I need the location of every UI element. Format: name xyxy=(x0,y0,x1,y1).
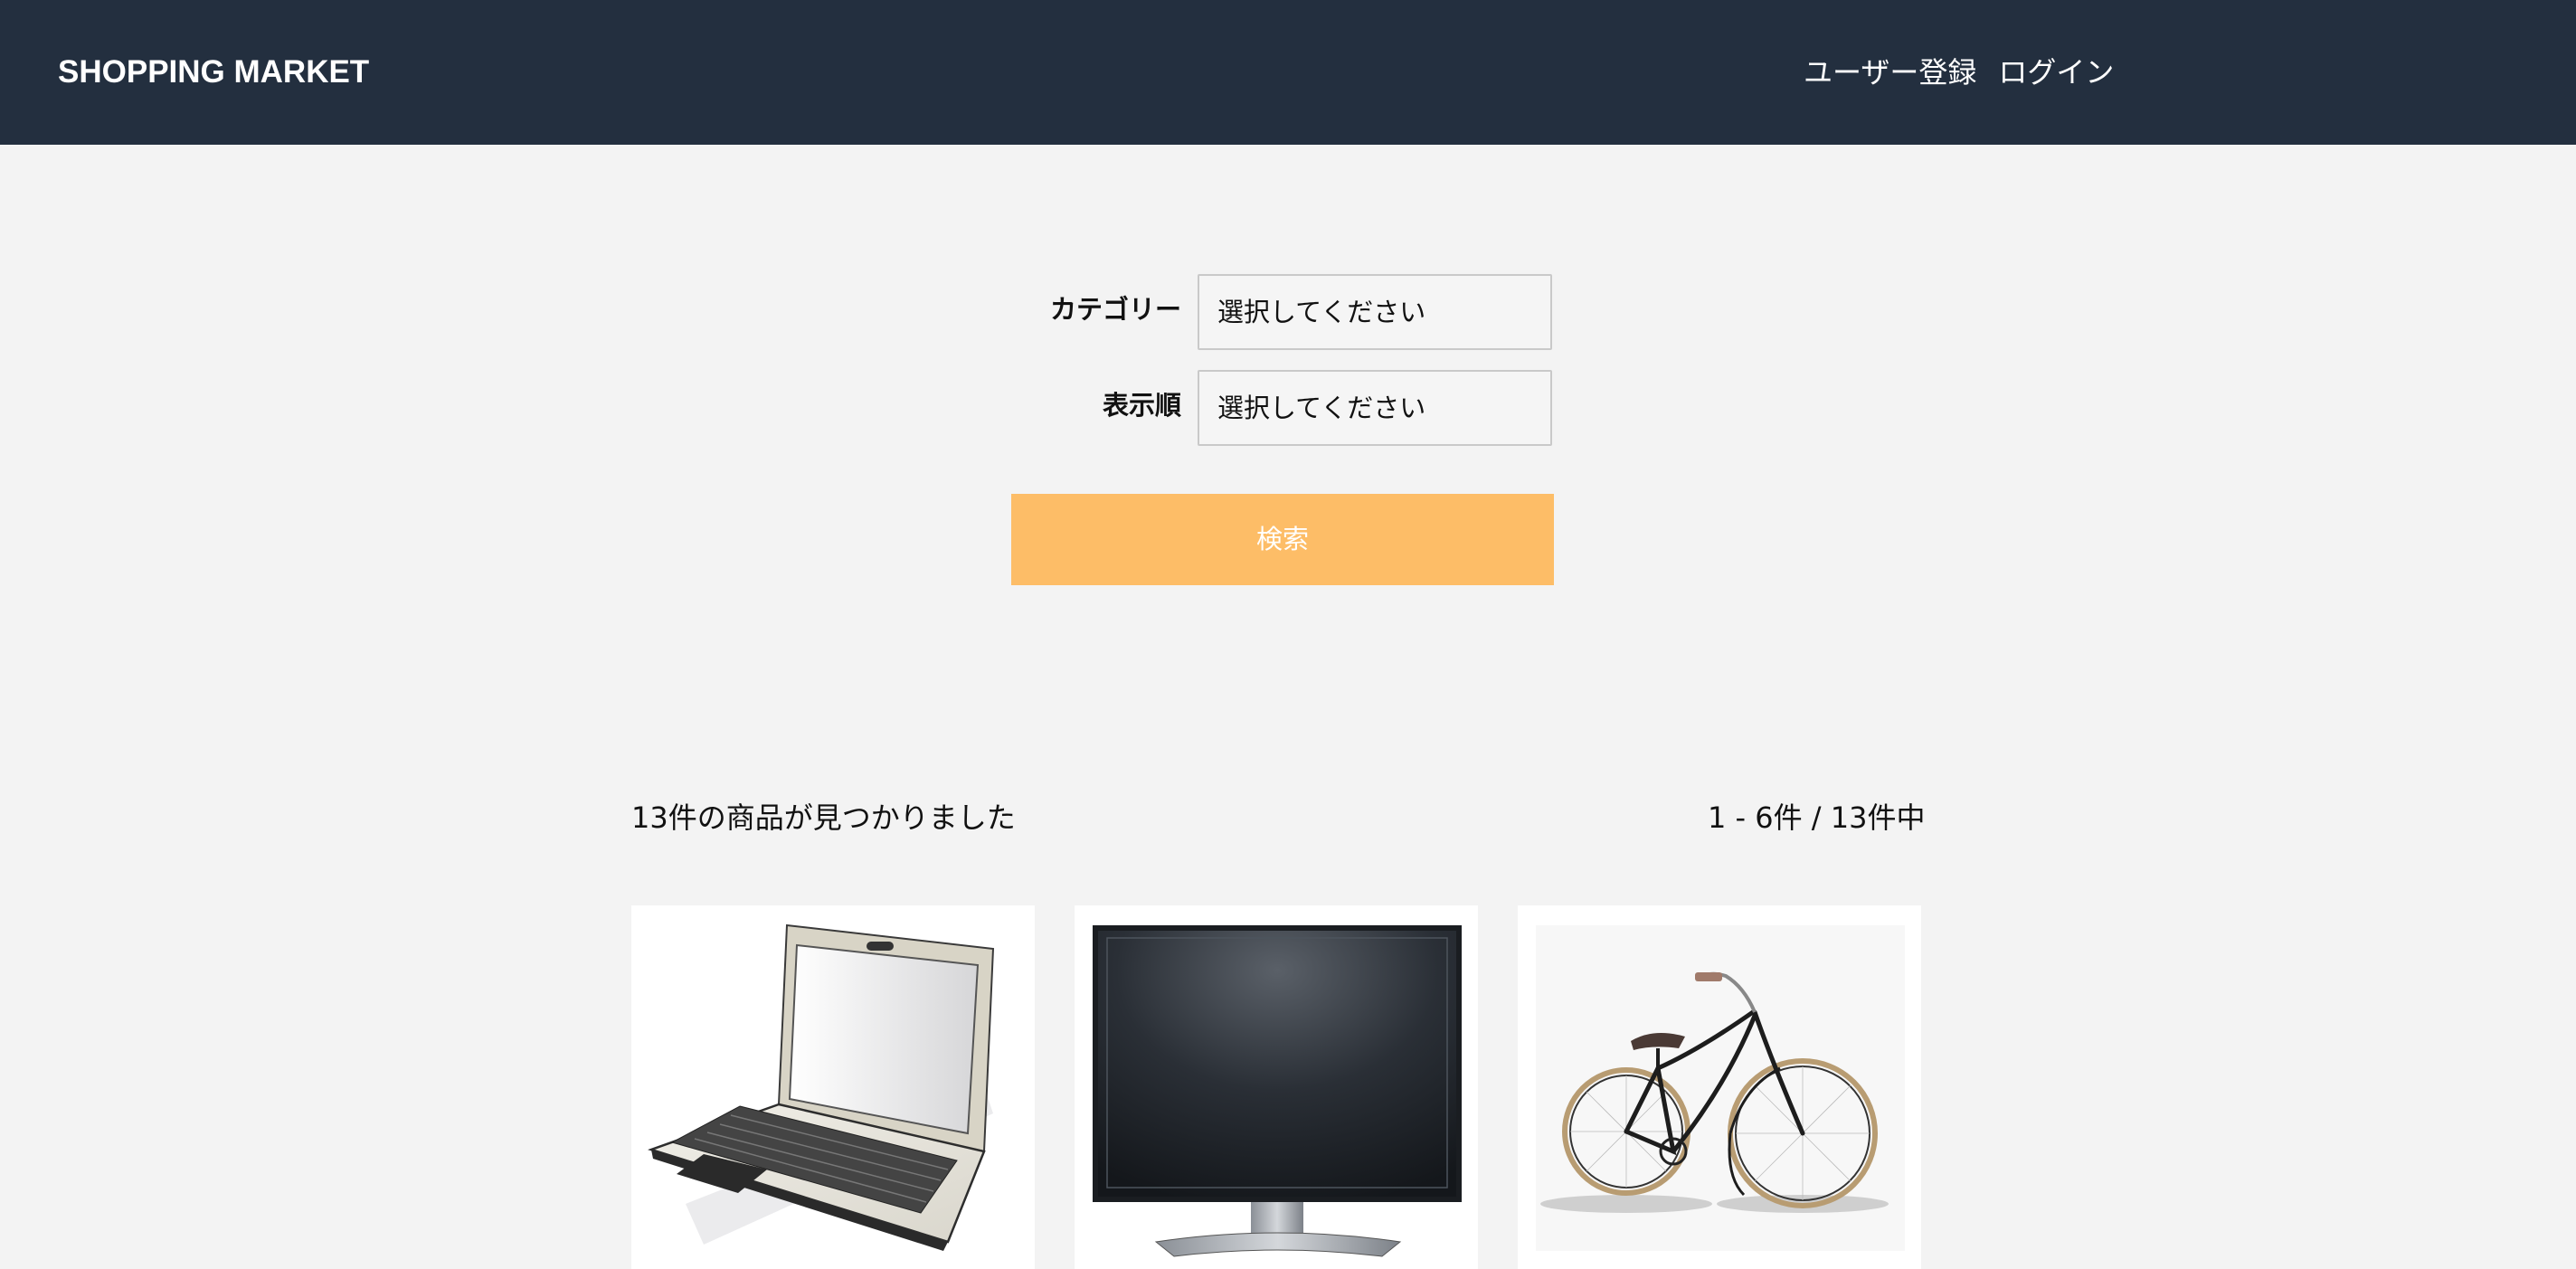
laptop-image xyxy=(648,923,995,1251)
pagination-range-text: 1 - 6件 / 13件中 xyxy=(1708,800,1926,835)
register-link[interactable]: ユーザー登録 xyxy=(1804,51,1976,94)
bicycle-image xyxy=(1536,925,1905,1251)
nav-links: ユーザー登録 ログイン xyxy=(1804,51,2114,94)
product-card[interactable] xyxy=(1075,905,1478,1269)
sort-order-select[interactable]: 選択してください xyxy=(1198,370,1552,446)
sort-order-label: 表示順 xyxy=(1102,390,1181,421)
product-card[interactable] xyxy=(1518,905,1921,1269)
category-label: カテゴリー xyxy=(1049,294,1181,325)
site-logo[interactable]: SHOPPING MARKET xyxy=(58,51,369,94)
product-card[interactable] xyxy=(631,905,1035,1269)
search-button[interactable]: 検索 xyxy=(1011,494,1554,585)
result-count-text: 13件の商品が見つかりました xyxy=(631,800,1016,835)
monitor-image xyxy=(1093,925,1462,1257)
top-navbar: SHOPPING MARKET ユーザー登録 ログイン xyxy=(0,0,2576,145)
category-select[interactable]: 選択してください xyxy=(1198,274,1552,350)
login-link[interactable]: ログイン xyxy=(1998,51,2114,94)
